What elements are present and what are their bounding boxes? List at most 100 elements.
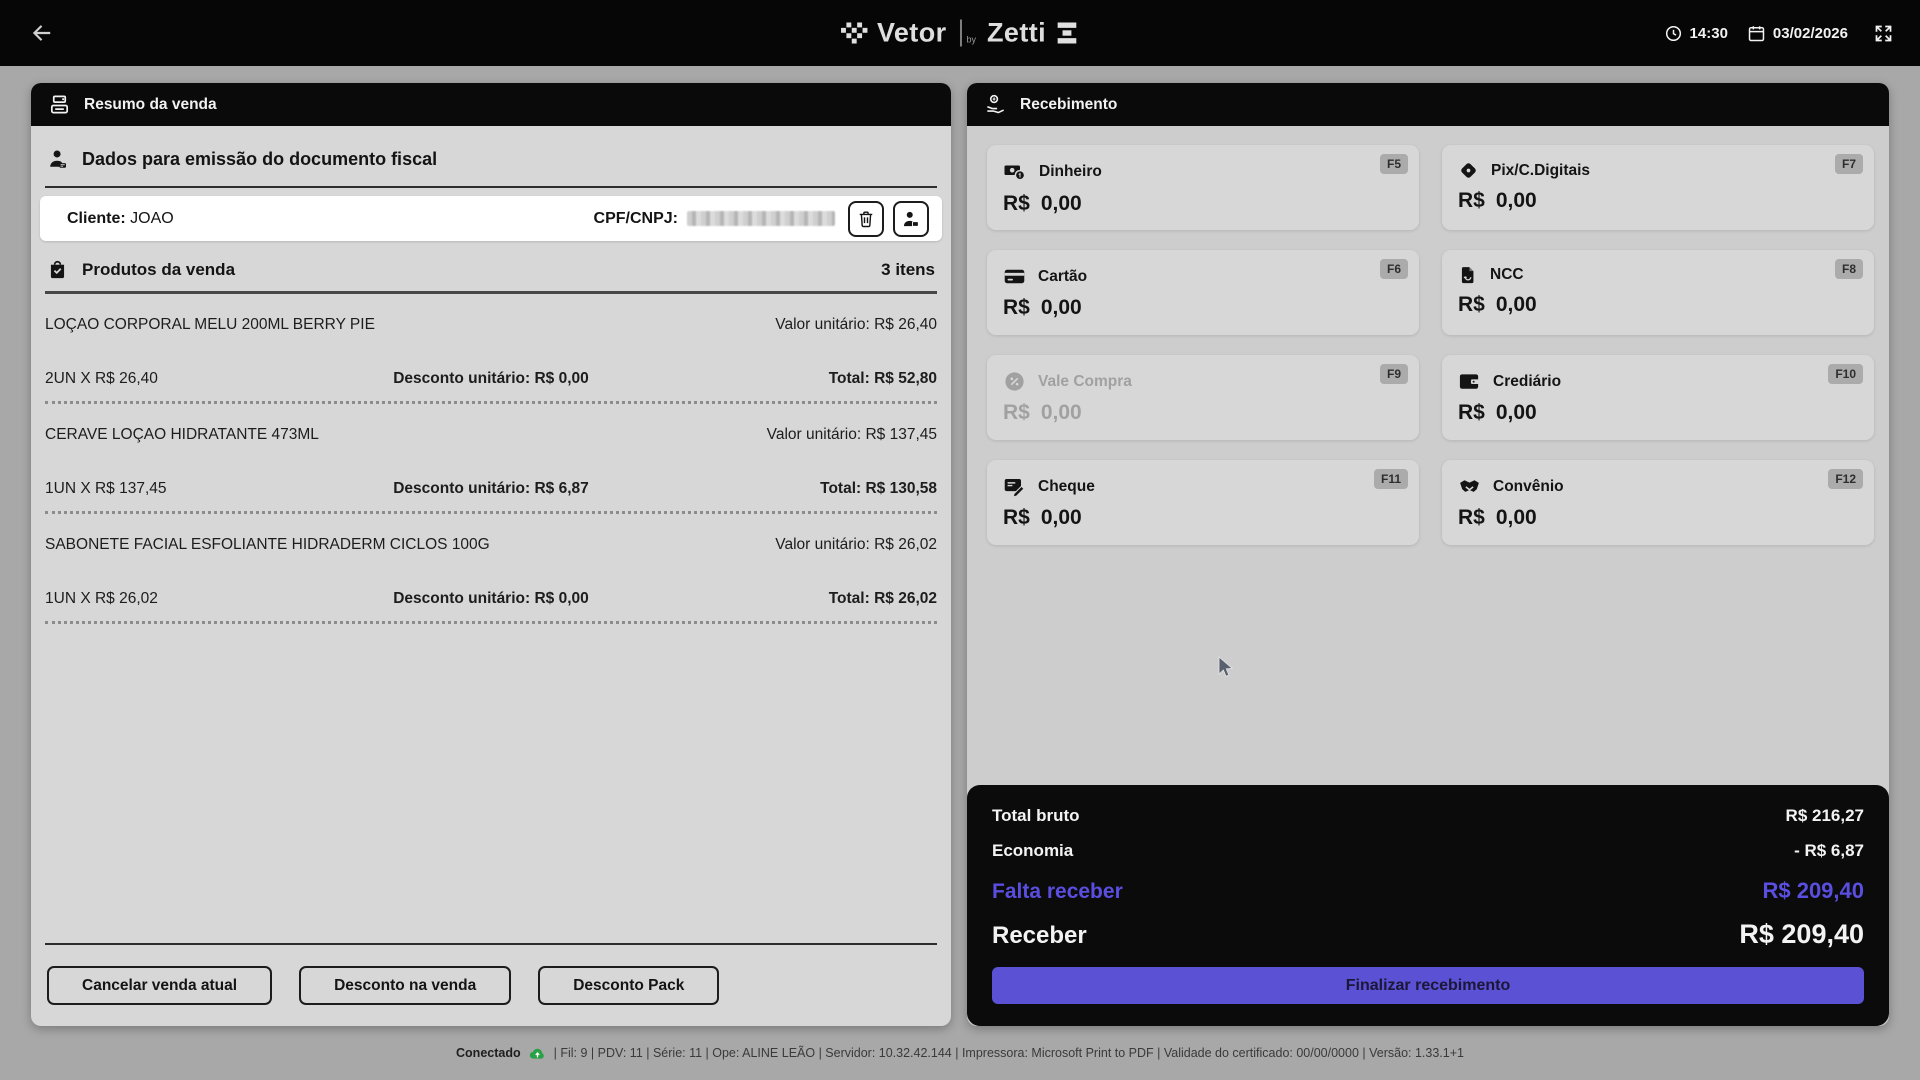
payment-methods-grid: F5DinheiroR$0,00F7Pix/C.DigitaisR$0,00F6… [987, 145, 1874, 545]
product-list: LOÇAO CORPORAL MELU 200ML BERRY PIEValor… [45, 294, 937, 624]
payment-method-cheque[interactable]: F11ChequeR$0,00 [987, 460, 1419, 545]
falta-receber-label: Falta receber [992, 880, 1123, 904]
product-discount: Desconto unitário: R$ 6,87 [393, 480, 589, 498]
payment-method-convenio[interactable]: F12ConvênioR$0,00 [1442, 460, 1874, 545]
handshake-icon [1458, 475, 1481, 498]
fkey-badge: F8 [1835, 259, 1863, 279]
brand-suffix: Zetti [987, 18, 1046, 49]
product-item: LOÇAO CORPORAL MELU 200ML BERRY PIEValor… [45, 316, 937, 404]
products-section-title: Produtos da venda [82, 260, 235, 280]
payment-method-ncc[interactable]: F8 NCC R$0,00 [1442, 250, 1874, 335]
edit-client-button[interactable] [893, 201, 929, 237]
payment-method-label: Cheque [1038, 478, 1095, 496]
fkey-badge: F11 [1374, 469, 1408, 489]
calendar-icon [1747, 24, 1766, 43]
desconto-pack-button[interactable]: Desconto Pack [538, 966, 719, 1005]
divider [45, 943, 937, 945]
receber-row: Receber R$ 209,40 [992, 919, 1864, 950]
person-card-icon [901, 209, 921, 229]
panel-title: Resumo da venda [84, 96, 217, 114]
product-quantity: 1UN X R$ 26,02 [45, 590, 393, 608]
payment-method-vale-compra: F9 Vale Compra R$0,00 [987, 355, 1419, 440]
fkey-badge: F5 [1380, 154, 1408, 174]
brand-heart-icon [841, 22, 868, 44]
status-bar: Conectado | Fil: 9 | PDV: 11 | Série: 11… [0, 1026, 1920, 1080]
fkey-badge: F9 [1380, 364, 1408, 384]
payment-method-label: Dinheiro [1039, 163, 1102, 181]
total-bruto-value: R$ 216,27 [1786, 806, 1864, 826]
dotted-divider [45, 401, 937, 404]
product-item: SABONETE FACIAL ESFOLIANTE HIDRADERM CIC… [45, 536, 937, 624]
economia-row: Economia - R$ 6,87 [992, 841, 1864, 861]
items-count: 3 itens [881, 260, 935, 280]
cash-register-icon [48, 93, 71, 116]
fullscreen-button[interactable] [1869, 19, 1898, 48]
product-unit-price: Valor unitário: R$ 26,02 [775, 536, 937, 554]
fkey-badge: F12 [1828, 469, 1863, 489]
payment-method-label: Cartão [1038, 268, 1087, 286]
payment-method-pix-c-digitais[interactable]: F7Pix/C.DigitaisR$0,00 [1442, 145, 1874, 230]
status-info: | Fil: 9 | PDV: 11 | Série: 11 | Ope: AL… [554, 1046, 1464, 1060]
pix-icon [1458, 160, 1479, 181]
payment-method-label: NCC [1490, 266, 1524, 284]
brand-logo: Vetor by Zetti [841, 18, 1079, 49]
cheque-icon [1003, 475, 1026, 498]
remove-client-button[interactable] [848, 201, 884, 237]
hand-coin-icon [984, 93, 1007, 116]
payment-method-label: Vale Compra [1038, 373, 1132, 391]
top-bar: Vetor by Zetti 14:30 03/02/2026 [0, 0, 1920, 66]
payment-panel: Recebimento F5DinheiroR$0,00F7Pix/C.Digi… [967, 83, 1889, 1026]
time-display: 14:30 [1690, 25, 1728, 42]
clock-icon [1664, 24, 1683, 43]
main-content: Resumo da venda Dados para emissão do do… [0, 66, 1920, 1026]
dotted-divider [45, 511, 937, 514]
total-bruto-row: Total bruto R$ 216,27 [992, 806, 1864, 826]
payment-method-label: Convênio [1493, 478, 1564, 496]
brand-z-icon [1055, 23, 1079, 44]
receber-value: R$ 209,40 [1739, 919, 1864, 950]
payment-method-value: R$0,00 [1003, 401, 1403, 425]
fullscreen-icon [1873, 23, 1894, 44]
brand-by: by [967, 35, 977, 45]
fiscal-data-row: Dados para emissão do documento fiscal [47, 148, 935, 170]
product-total: Total: R$ 130,58 [820, 480, 937, 498]
cash-icon [1003, 160, 1027, 184]
payment-method-crediario[interactable]: F10CrediárioR$0,00 [1442, 355, 1874, 440]
product-quantity: 2UN X R$ 26,40 [45, 370, 393, 388]
product-quantity: 1UN X R$ 137,45 [45, 480, 393, 498]
connection-status: Conectado [456, 1046, 521, 1060]
products-section-header: Produtos da venda 3 itens [47, 259, 935, 280]
payment-method-value: R$0,00 [1458, 189, 1858, 213]
date-display: 03/02/2026 [1773, 25, 1848, 42]
falta-receber-row: Falta receber R$ 209,40 [992, 878, 1864, 904]
payment-method-value: R$0,00 [1458, 401, 1858, 425]
desconto-na-venda-button[interactable]: Desconto na venda [299, 966, 511, 1005]
payment-method-label: Crediário [1493, 373, 1561, 391]
product-name: CERAVE LOÇAO HIDRATANTE 473ML [45, 426, 319, 444]
cancelar-venda-atual-button[interactable]: Cancelar venda atual [47, 966, 272, 1005]
client-info: Cliente: JOAO [67, 210, 174, 228]
brand-name: Vetor [877, 18, 947, 49]
back-button[interactable] [22, 14, 60, 52]
payment-method-value: R$0,00 [1003, 192, 1403, 216]
sale-summary-header: Resumo da venda [31, 83, 951, 126]
cloud-connected-icon [528, 1044, 547, 1063]
finalize-payment-button[interactable]: Finalizar recebimento [992, 967, 1864, 1004]
payment-method-cartao[interactable]: F6CartãoR$0,00 [987, 250, 1419, 335]
economia-value: - R$ 6,87 [1794, 841, 1864, 861]
totals-box: Total bruto R$ 216,27 Economia - R$ 6,87… [967, 785, 1889, 1026]
cpf-cnpj-redacted [687, 211, 835, 226]
sale-summary-body: Dados para emissão do documento fiscal C… [31, 126, 951, 1026]
panel-title: Recebimento [1020, 96, 1117, 114]
payment-body: F5DinheiroR$0,00F7Pix/C.DigitaisR$0,00F6… [967, 126, 1889, 785]
product-unit-price: Valor unitário: R$ 137,45 [767, 426, 937, 444]
falta-receber-value: R$ 209,40 [1762, 878, 1864, 904]
sale-actions-group: Cancelar venda atual Desconto na venda Des… [45, 943, 937, 1026]
payment-method-dinheiro[interactable]: F5 Dinheiro R$0,00 [987, 145, 1419, 230]
payment-method-value: R$0,00 [1458, 293, 1858, 317]
dotted-divider [45, 621, 937, 624]
back-arrow-icon [28, 20, 54, 46]
client-row: Cliente: JOAO CPF/CNPJ: [40, 196, 942, 241]
product-total: Total: R$ 26,02 [829, 590, 937, 608]
cpf-cnpj-label: CPF/CNPJ: [594, 210, 678, 228]
